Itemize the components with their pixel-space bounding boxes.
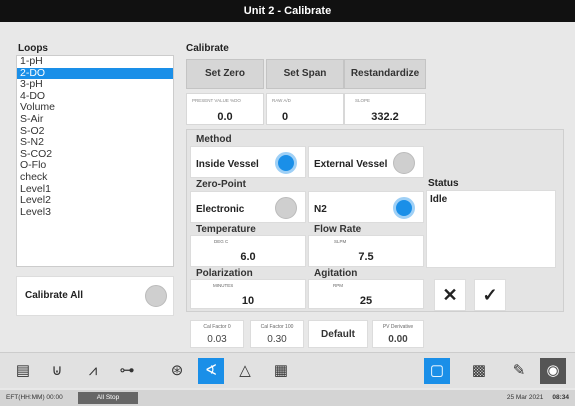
polarization-unit: MINUTES [213, 283, 234, 288]
loop-item[interactable]: S-Air [17, 113, 173, 126]
bottom-navigation: ▤ ⊍ ⩘ ⊶ ⊛ ∢ △ ▦ ▢ ▩ ✎ ◉ [0, 352, 575, 388]
polarization-value: 10 [241, 295, 255, 307]
loop-item[interactable]: 1-pH [17, 55, 173, 68]
n2-toggle[interactable] [393, 197, 415, 219]
temperature-label: Temperature [196, 224, 256, 235]
agitation-value: 25 [359, 295, 373, 307]
agitation-unit: RPM [333, 283, 343, 288]
inside-vessel-toggle[interactable] [275, 152, 297, 174]
loop-item[interactable]: check [17, 171, 173, 184]
electronic-toggle[interactable] [275, 197, 297, 219]
inside-vessel-label: Inside Vessel [196, 159, 259, 170]
flow-rate-field[interactable]: SLPM 7.5 [308, 235, 424, 267]
inside-vessel-option[interactable]: Inside Vessel [190, 146, 306, 178]
datetime: 25 Mar 2021 08:34 [507, 394, 569, 401]
cal-factor-0-value: 0.03 [207, 334, 227, 345]
status-label: Status [428, 178, 459, 189]
slope-value: 332.2 [371, 111, 399, 123]
default-button[interactable]: Default [308, 320, 368, 348]
electronic-option[interactable]: Electronic [190, 191, 306, 223]
clipboard-icon[interactable]: ▤ [10, 358, 36, 384]
status-box: Idle [426, 190, 556, 268]
all-stop-button[interactable]: All Stop [78, 392, 138, 404]
raw-ad-caption: RAW A/D [272, 98, 291, 103]
calibrate-icon[interactable]: ∢ [198, 358, 224, 384]
polarization-field[interactable]: MINUTES 10 [190, 279, 306, 309]
set-zero-button[interactable]: Set Zero [186, 59, 264, 89]
status-bar: EFT(HH:MM) 00:00 All Stop 25 Mar 2021 08… [0, 390, 575, 406]
flow-rate-unit: SLPM [334, 239, 347, 244]
calibrate-title: Calibrate [186, 43, 229, 54]
date: 25 Mar 2021 [506, 394, 544, 401]
agitation-label: Agitation [314, 268, 358, 279]
temperature-value: 6.0 [240, 251, 256, 263]
raw-ad-box: RAW A/D 0 [266, 93, 344, 125]
slope-box: SLOPE 332.2 [344, 93, 426, 125]
reports-icon[interactable]: ▦ [268, 358, 294, 384]
loops-label: Loops [18, 43, 48, 54]
calibrate-all-label: Calibrate All [25, 290, 83, 301]
slope-caption: SLOPE [355, 98, 371, 103]
window-title: Unit 2 - Calibrate [0, 0, 575, 22]
pv-derivative-caption: PV Derivative [382, 324, 414, 330]
time: 08:34 [552, 394, 569, 401]
loops-list: 1-pH 2-DO 3-pH 4-DO Volume S-Air S-O2 S-N2 S-CO2… [16, 55, 174, 267]
default-label: Default [321, 329, 355, 340]
close-icon: ✕ [442, 285, 458, 305]
polarization-label: Polarization [196, 268, 253, 279]
confirm-button[interactable]: ✓ [474, 279, 506, 311]
cal-factor-0-caption: Cal Factor 0 [203, 324, 231, 330]
cal-factor-0-box: Cal Factor 0 0.03 [190, 320, 244, 348]
status-value: Idle [430, 194, 448, 205]
restandardize-button[interactable]: Restandardize [344, 59, 426, 89]
external-vessel-label: External Vessel [314, 159, 388, 170]
loop-item[interactable]: Level2 [17, 195, 173, 207]
external-vessel-option[interactable]: External Vessel [308, 146, 424, 178]
calibrate-all-toggle[interactable] [145, 285, 167, 307]
cal-factor-100-caption: Cal Factor 100 [260, 324, 294, 330]
eft-timer: EFT(HH:MM) 00:00 [6, 394, 63, 401]
raw-ad-value: 0 [281, 111, 289, 123]
external-vessel-toggle[interactable] [393, 152, 415, 174]
user-icon[interactable]: ◉ [540, 358, 566, 384]
wrench-icon[interactable]: ✎ [506, 358, 532, 384]
n2-option[interactable]: N2 [308, 191, 424, 223]
electronic-label: Electronic [196, 204, 245, 215]
screen-view-icon[interactable]: ▢ [424, 358, 450, 384]
trend-chart-icon[interactable]: ⩘ [80, 358, 106, 384]
temperature-unit: DEG C [214, 239, 229, 244]
calibrate-all-panel: Calibrate All [16, 276, 174, 316]
alarm-bell-icon[interactable]: △ [232, 358, 258, 384]
loop-item[interactable]: S-N2 [17, 137, 173, 149]
zero-point-label: Zero-Point [196, 179, 246, 190]
vessel-icon[interactable]: ⊍ [44, 358, 70, 384]
agitation-field[interactable]: RPM 25 [308, 279, 424, 309]
cancel-button[interactable]: ✕ [434, 279, 466, 311]
flow-rate-label: Flow Rate [314, 224, 362, 235]
set-span-button[interactable]: Set Span [266, 59, 344, 89]
temperature-field[interactable]: DEG C 6.0 [190, 235, 306, 267]
n2-label: N2 [314, 204, 327, 215]
network-icon[interactable]: ⊶ [114, 358, 140, 384]
loop-control-icon[interactable]: ⊛ [164, 358, 190, 384]
pv-derivative-value: 0.00 [388, 334, 408, 345]
check-icon: ✓ [482, 285, 498, 305]
cal-factor-100-box: Cal Factor 100 0.30 [250, 320, 304, 348]
method-label: Method [196, 134, 232, 145]
pv-derivative-box: PV Derivative 0.00 [372, 320, 424, 348]
grid-view-icon[interactable]: ▩ [466, 358, 492, 384]
cal-factor-100-value: 0.30 [267, 334, 287, 345]
present-value-caption: PRESENT VALUE %DO [192, 98, 241, 103]
loop-item[interactable]: Level3 [17, 206, 173, 219]
flow-rate-value: 7.5 [358, 251, 374, 263]
